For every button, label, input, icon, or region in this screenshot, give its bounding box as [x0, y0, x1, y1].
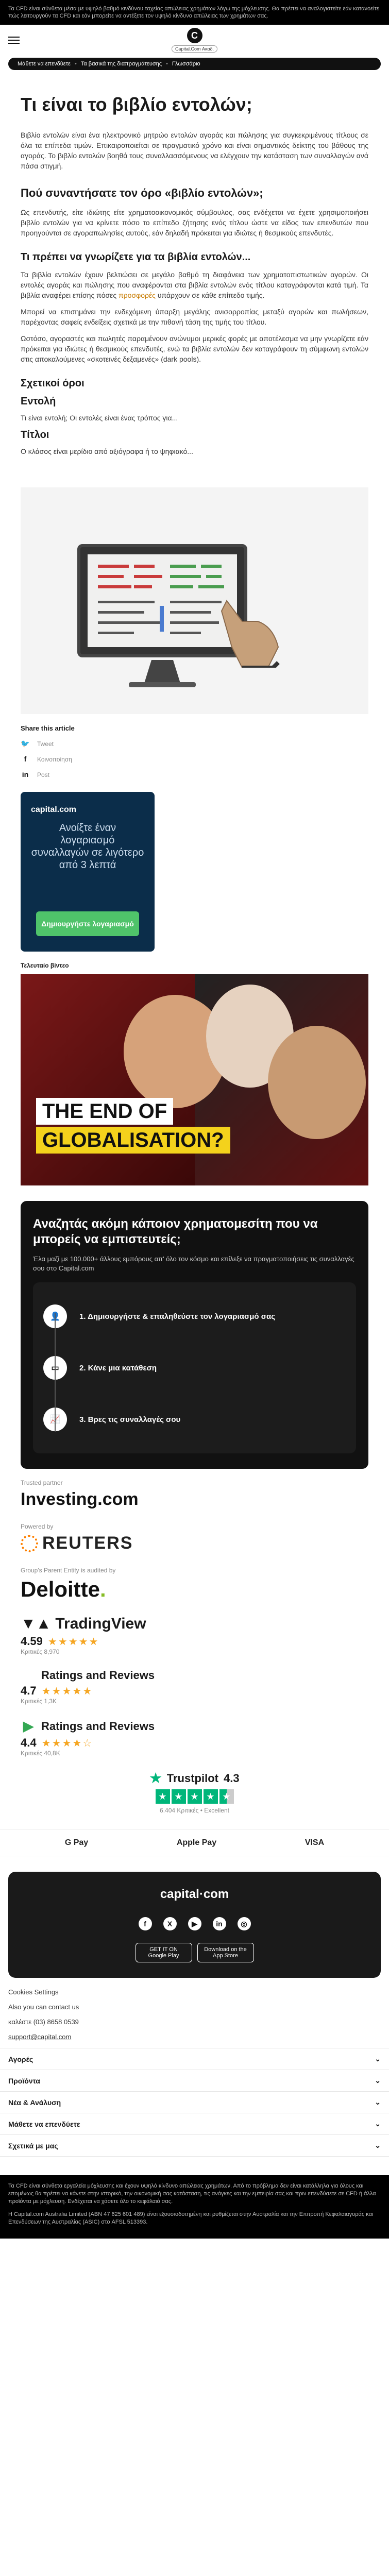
- accordion-products[interactable]: Προϊόντα ⌄: [0, 2070, 389, 2092]
- share-twitter[interactable]: 🐦 Tweet: [21, 739, 368, 749]
- footer-disclaimer: Τα CFD είναι σύνθετα εργαλεία μόχλευσης …: [0, 2175, 389, 2239]
- tradingview-icon: ▼▲: [21, 1615, 52, 1632]
- cookies-settings-link[interactable]: Cookies Settings: [8, 1988, 381, 1996]
- instagram-icon[interactable]: ◎: [237, 1917, 251, 1930]
- twitter-icon: 🐦: [21, 739, 30, 748]
- cta-heading: Αναζητάς ακόμη κάποιον χρηματομεσίτη που…: [33, 1217, 318, 1246]
- signup-promo-card: capital.com Ανοίξτε έναν λογαριασμό συνα…: [21, 792, 155, 952]
- payment-methods: G Pay Apple Pay VISA: [0, 1829, 389, 1856]
- onboarding-step[interactable]: 📈 3. Βρες τις συναλλαγές σου: [43, 1394, 346, 1445]
- share-linkedin[interactable]: in Post: [21, 770, 368, 779]
- chevron-down-icon: ⌄: [375, 2055, 381, 2063]
- know-paragraph-3: Ωστόσο, αγοραστές και πωλητές παραμένουν…: [21, 334, 368, 363]
- know-paragraph-1: Τα βιβλία εντολών έχουν βελτιώσει σε μεγ…: [21, 270, 368, 299]
- trustpilot-rating: ★ Trustpilot 4.3 ★ ★ ★ ★ ★ 6.404 Κριτικές • Ex…: [149, 1770, 240, 1814]
- onboarding-steps: 👤 1. Δημιουργήστε & επαληθεύστε τον λογα…: [33, 1282, 356, 1453]
- footer-logo[interactable]: capital·com: [19, 1887, 370, 1902]
- facebook-icon[interactable]: f: [138, 1917, 152, 1930]
- page-title: Τι είναι το βιβλίο εντολών;: [21, 94, 252, 115]
- breadcrumb-item[interactable]: Γλωσσάριο: [172, 61, 200, 67]
- know-paragraph-2: Μπορεί να επισημάνει την ενδεχόμενη ύπαρ…: [21, 308, 368, 326]
- offers-link[interactable]: προσφορές: [119, 291, 156, 299]
- share-heading: Share this article: [21, 724, 75, 732]
- rating-stars: ★★★★★: [47, 1636, 99, 1648]
- chevron-down-icon: ⌄: [375, 2076, 381, 2084]
- accordion-about[interactable]: Σχετικά με μας ⌄: [0, 2135, 389, 2157]
- footer-accordion: Αγορές ⌄ Προϊόντα ⌄ Νέα & Ανάλυση ⌄ Μάθετε …: [0, 2048, 389, 2157]
- chevron-down-icon: ⌄: [375, 2120, 381, 2128]
- deloitte-logo: Deloitte.: [21, 1577, 106, 1601]
- breadcrumb-separator: •: [74, 61, 77, 67]
- pointing-hand-graphic: [221, 600, 280, 668]
- onboarding-step[interactable]: ▭ 2. Κάνε μια κατάθεση: [43, 1342, 346, 1394]
- breadcrumb-item[interactable]: Μάθετε να επενδύετε: [18, 61, 71, 67]
- video-title-line-2: GLOBALISATION?: [36, 1127, 230, 1154]
- latest-video-thumbnail[interactable]: THE END OF GLOBALISATION?: [21, 974, 368, 1185]
- promo-text: Ανοίξτε έναν λογαριασμό συναλλαγών σε λι…: [31, 822, 144, 871]
- accordion-learn[interactable]: Μάθετε να επενδύετε ⌄: [0, 2113, 389, 2135]
- partners-section: Trusted partner Investing.com Powered by…: [0, 1469, 389, 1829]
- visa-logo: VISA: [305, 1838, 325, 1847]
- app-store-badge[interactable]: Download on the App Store: [197, 1943, 254, 1962]
- top-navigation: C Capital.Com Ακαδ.: [0, 25, 389, 56]
- accordion-news[interactable]: Νέα & Ανάλυση ⌄: [0, 2092, 389, 2113]
- youtube-icon[interactable]: ▶: [188, 1917, 201, 1930]
- support-email-link[interactable]: support@capital.com: [8, 2033, 381, 2041]
- breadcrumb-separator: •: [166, 61, 168, 67]
- google-pay-logo: G Pay: [64, 1838, 89, 1847]
- google-play-rating: ▶ Ratings and Reviews 4.4 ★★★★☆ Κριτικές 4…: [21, 1718, 155, 1757]
- facebook-icon: f: [24, 755, 27, 763]
- logo-tag: Capital.Com Ακαδ.: [171, 45, 218, 53]
- related-terms-heading: Σχετικοί όροι: [21, 378, 84, 389]
- chevron-down-icon: ⌄: [375, 2141, 381, 2149]
- footer-brand-panel: capital·com f X ▶ in ◎ GET IT ON Google …: [8, 1872, 381, 1978]
- google-play-badge[interactable]: GET IT ON Google Play: [135, 1943, 192, 1962]
- section-heading-where: Πού συναντήσατε τον όρο «βιβλίο εντολών»…: [21, 187, 263, 199]
- video-title-line-1: THE END OF: [36, 1098, 174, 1125]
- rating-stars: ★★★★★: [41, 1685, 93, 1697]
- section-heading-know: Τι πρέπει να γνωρίζετε για τα βιβλία εντ…: [21, 251, 251, 263]
- accordion-markets[interactable]: Αγορές ⌄: [0, 2048, 389, 2070]
- order-book-rows-graphic: [98, 565, 224, 634]
- linkedin-icon[interactable]: in: [212, 1917, 226, 1930]
- app-store-rating: Ratings and Reviews 4.7 ★★★★★ Κριτικές 1,…: [21, 1669, 155, 1705]
- where-paragraph: Ως επενδυτής, είτε ιδιώτης είτε χρηματοο…: [21, 208, 368, 237]
- site-logo[interactable]: C Capital.Com Ακαδ.: [171, 28, 218, 53]
- contact-label: Also you can contact us: [8, 2003, 79, 2011]
- create-account-button[interactable]: Δημιουργήστε λογαριασμό: [36, 911, 139, 936]
- google-play-icon: ▶: [23, 1718, 33, 1734]
- footer-links: Cookies Settings Also you can contact us…: [0, 1978, 389, 2041]
- phone-link[interactable]: καλέστε (03) 8658 0539: [8, 2018, 381, 2026]
- breadcrumb-item[interactable]: Τα βασικά της διαπραγμάτευσης: [81, 61, 162, 67]
- risk-warning-banner: Τα CFD είναι σύνθετα μέσα με υψηλό βαθμό…: [0, 0, 389, 25]
- chevron-down-icon: ⌄: [375, 2098, 381, 2106]
- onboarding-step[interactable]: 👤 1. Δημιουργήστε & επαληθεύστε τον λογα…: [43, 1291, 346, 1342]
- x-icon[interactable]: X: [163, 1917, 177, 1930]
- breadcrumb: Μάθετε να επενδύετε • Τα βασικά της διαπ…: [8, 58, 381, 70]
- reuters-icon: [21, 1534, 38, 1552]
- apple-pay-logo: Apple Pay: [176, 1838, 217, 1847]
- trustpilot-icon: ★: [149, 1770, 162, 1786]
- promo-logo: capital.com: [31, 805, 77, 814]
- linkedin-icon: in: [22, 770, 29, 778]
- onboarding-cta-section: Αναζητάς ακόμη κάποιον χρηματομεσίτη που…: [21, 1201, 368, 1469]
- tradingview-rating: ▼▲ TradingView 4.59 ★★★★★ Κριτικές 8,970: [21, 1615, 146, 1655]
- logo-mark: C: [187, 28, 202, 43]
- order-book-illustration: [21, 487, 368, 714]
- reuters-logo: REUTERS: [21, 1533, 368, 1553]
- article: Τι είναι το βιβλίο εντολών; Βιβλίο εντολ…: [0, 94, 389, 1469]
- menu-icon[interactable]: [8, 37, 20, 44]
- trustpilot-stars: ★ ★ ★ ★ ★: [155, 1789, 234, 1804]
- related-term-title[interactable]: Τίτλοι: [21, 429, 368, 441]
- rating-stars: ★★★★☆: [41, 1737, 93, 1749]
- share-facebook[interactable]: f Κοινοποίηση: [21, 755, 368, 764]
- intro-paragraph: Βιβλίο εντολών είναι ένα ηλεκτρονικό μητ…: [21, 131, 368, 170]
- investing-logo: Investing.com: [21, 1489, 139, 1509]
- latest-video-label: Τελευταίο βίντεο: [21, 962, 69, 969]
- related-term-text: Τι είναι εντολή; Οι εντολές είναι ένας τ…: [21, 414, 178, 422]
- related-term-text: Ο κλάσος είναι μερίδιο από αξιόγραφα ή τ…: [21, 447, 193, 455]
- related-term-title[interactable]: Εντολή: [21, 396, 368, 408]
- cta-intro: Έλα μαζί με 100.000+ άλλους εμπόρους απ'…: [33, 1255, 354, 1272]
- social-links: f X ▶ in ◎: [19, 1917, 370, 1930]
